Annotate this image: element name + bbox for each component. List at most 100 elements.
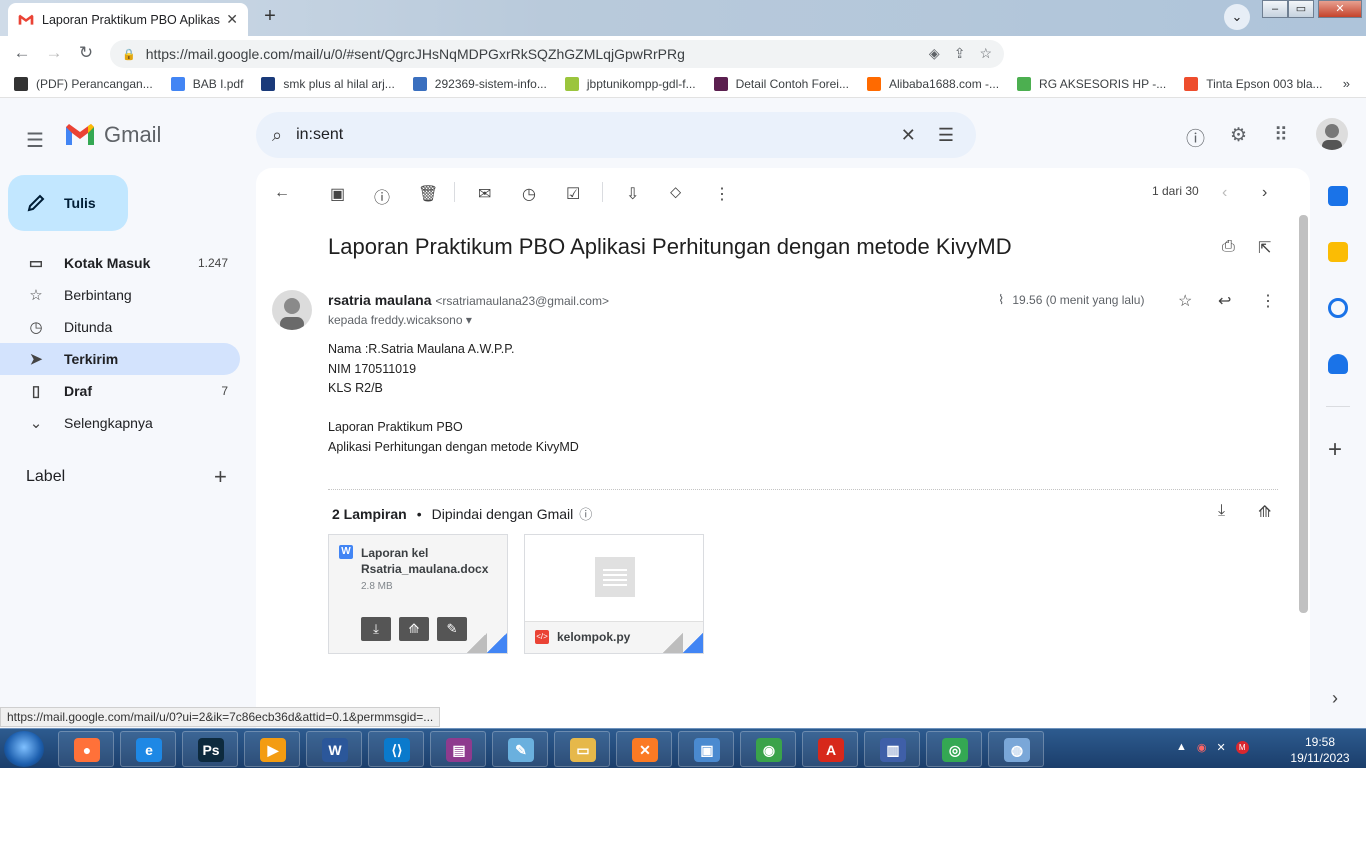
network-icon[interactable]: ✕ <box>1217 741 1226 754</box>
bookmark-item[interactable]: jbptunikompp-gdl-f... <box>564 76 696 91</box>
bookmarks-overflow-icon[interactable]: » <box>1343 76 1350 91</box>
delete-icon[interactable]: 🗑 <box>418 184 438 204</box>
taskbar-word-button[interactable]: W <box>306 731 362 767</box>
taskbar-photoshop-button[interactable]: Ps <box>182 731 238 767</box>
tray-app-icon[interactable]: ◉ <box>1197 741 1207 754</box>
edit-icon[interactable]: ✎ <box>437 617 467 641</box>
taskbar-chrome-button[interactable]: ◎ <box>926 731 982 767</box>
move-to-icon[interactable]: ⇩ <box>626 184 639 204</box>
taskbar-tv-button[interactable]: ▥ <box>864 731 920 767</box>
info-icon[interactable]: ⓘ <box>579 504 592 523</box>
attachment-card-py[interactable]: </> kelompok.py <box>524 534 704 654</box>
gmail-logo[interactable]: Gmail <box>64 122 161 148</box>
main-menu-icon[interactable]: ☰ <box>26 128 44 153</box>
calendar-icon[interactable] <box>1328 186 1348 206</box>
taskbar-acrobat-button[interactable]: A <box>802 731 858 767</box>
forward-button[interactable]: → <box>38 43 70 63</box>
taskbar-vscode-button[interactable]: ⟨⟩ <box>368 731 424 767</box>
settings-gear-icon[interactable]: ⚙ <box>1230 124 1247 147</box>
add-label-icon[interactable]: + <box>214 464 227 490</box>
message-more-icon[interactable]: ⋮ <box>1260 291 1276 311</box>
save-to-drive-icon[interactable]: ⟰ <box>1258 502 1271 522</box>
minimize-button[interactable]: – <box>1262 0 1288 18</box>
recipient-line[interactable]: kepada freddy.wicaksono ▾ <box>328 313 472 327</box>
mark-unread-icon[interactable]: ✉ <box>478 184 491 204</box>
attachment-card-docx[interactable]: W Laporan kel Rsatria_maulana.docx 2.8 M… <box>328 534 508 654</box>
reload-button[interactable]: ↻ <box>70 43 102 63</box>
address-bar[interactable]: 🔒 https://mail.google.com/mail/u/0/#sent… <box>110 40 1004 68</box>
taskbar-photos-button[interactable]: ▣ <box>678 731 734 767</box>
bookmark-item[interactable]: 292369-sistem-info... <box>412 76 547 91</box>
search-options-icon[interactable]: ☰ <box>938 125 954 146</box>
sidebar-item-kotak-masuk[interactable]: ▭ Kotak Masuk 1.247 <box>0 247 240 279</box>
print-icon[interactable]: ⎙ <box>1222 238 1235 256</box>
sidebar-item-draf[interactable]: ▯ Draf 7 <box>0 375 240 407</box>
share-icon[interactable]: ⇪ <box>954 45 966 62</box>
back-to-list-icon[interactable]: ← <box>274 184 290 202</box>
search-icon[interactable]: ⌕ <box>272 125 282 146</box>
newer-icon[interactable]: ‹ <box>1222 184 1227 202</box>
search-input[interactable]: in:sent <box>296 126 901 144</box>
account-avatar[interactable] <box>1316 118 1348 150</box>
download-icon[interactable]: ⤓ <box>361 617 391 641</box>
more-options-icon[interactable]: ⋮ <box>714 184 730 204</box>
help-icon[interactable]: ⓘ <box>1186 124 1205 151</box>
scrollbar[interactable] <box>1299 215 1308 613</box>
taskbar-xampp-button[interactable]: ✕ <box>616 731 672 767</box>
bookmark-item[interactable]: Alibaba1688.com -... <box>866 76 999 91</box>
sidebar-item-selengkapnya[interactable]: ⌄ Selengkapnya <box>0 407 240 439</box>
taskbar-ie-button[interactable]: e <box>120 731 176 767</box>
taskbar-winrar-button[interactable]: ▤ <box>430 731 486 767</box>
add-task-icon[interactable]: ☑ <box>566 184 580 204</box>
eye-icon[interactable]: ◈ <box>929 45 940 62</box>
star-message-icon[interactable]: ☆ <box>1178 291 1192 311</box>
open-new-window-icon[interactable]: ⇱ <box>1258 238 1271 258</box>
report-spam-icon[interactable]: ⓘ <box>374 184 390 208</box>
close-window-button[interactable]: ✕ <box>1318 0 1362 18</box>
apps-grid-icon[interactable]: ⠿ <box>1274 124 1288 147</box>
download-all-icon[interactable]: ⤓ <box>1218 502 1225 520</box>
bookmark-item[interactable]: Tinta Epson 003 bla... <box>1184 76 1323 91</box>
taskbar-idm-button[interactable]: ◉ <box>740 731 796 767</box>
close-tab-icon[interactable]: ✕ <box>226 11 238 28</box>
compose-button[interactable]: Tulis <box>8 175 128 231</box>
mega-icon[interactable]: M <box>1235 741 1249 754</box>
keep-icon[interactable] <box>1328 242 1348 262</box>
start-button[interactable] <box>4 731 44 767</box>
archive-icon[interactable]: ▣ <box>330 184 345 204</box>
bookmark-star-icon[interactable]: ☆ <box>979 45 992 62</box>
recipient-details-icon[interactable]: ▾ <box>466 313 472 327</box>
snooze-icon[interactable]: ◷ <box>522 184 536 204</box>
sidebar-item-ditunda[interactable]: ◷ Ditunda <box>0 311 240 343</box>
label-icon[interactable]: ⬦ <box>670 184 681 202</box>
taskbar-firefox-button[interactable]: ● <box>58 731 114 767</box>
tray-arrow-icon[interactable]: ▲ <box>1176 741 1187 754</box>
browser-tab[interactable]: Laporan Praktikum PBO Aplikasi ✕ <box>8 3 248 36</box>
show-side-panel-icon[interactable]: › <box>1332 688 1338 709</box>
sidebar-item-berbintang[interactable]: ☆ Berbintang <box>0 279 240 311</box>
bookmark-item[interactable]: RG AKSESORIS HP -... <box>1017 76 1166 91</box>
bookmark-item[interactable]: smk plus al hilal arj... <box>261 76 395 91</box>
tab-search-button[interactable]: ⌄ <box>1224 4 1250 30</box>
maximize-button[interactable]: ▭ <box>1288 0 1314 18</box>
get-addons-icon[interactable]: + <box>1328 436 1342 464</box>
tasks-icon[interactable] <box>1328 298 1348 318</box>
new-tab-button[interactable]: + <box>256 5 284 29</box>
sidebar-item-terkirim[interactable]: ➤ Terkirim <box>0 343 240 375</box>
clock[interactable]: 19:58 19/11/2023 <box>1280 734 1360 766</box>
bookmark-item[interactable]: BAB I.pdf <box>170 76 243 91</box>
contacts-icon[interactable] <box>1328 354 1348 374</box>
back-button[interactable]: ← <box>6 43 38 63</box>
search-bar[interactable]: ⌕ in:sent ✕ ☰ <box>256 112 976 158</box>
taskbar-media-player-button[interactable]: ▶ <box>244 731 300 767</box>
reply-icon[interactable]: ↩ <box>1218 291 1231 311</box>
clear-search-icon[interactable]: ✕ <box>901 125 916 146</box>
sender-name[interactable]: rsatria maulana <box>328 292 432 308</box>
taskbar-explorer-button[interactable]: ▭ <box>554 731 610 767</box>
bookmark-item[interactable]: Detail Contoh Forei... <box>713 76 849 91</box>
taskbar-paint-button[interactable]: ◍ <box>988 731 1044 767</box>
older-icon[interactable]: › <box>1262 184 1267 202</box>
add-to-drive-icon[interactable]: ⟰ <box>399 617 429 641</box>
taskbar-notepad-button[interactable]: ✎ <box>492 731 548 767</box>
bookmark-item[interactable]: (PDF) Perancangan... <box>14 76 153 91</box>
